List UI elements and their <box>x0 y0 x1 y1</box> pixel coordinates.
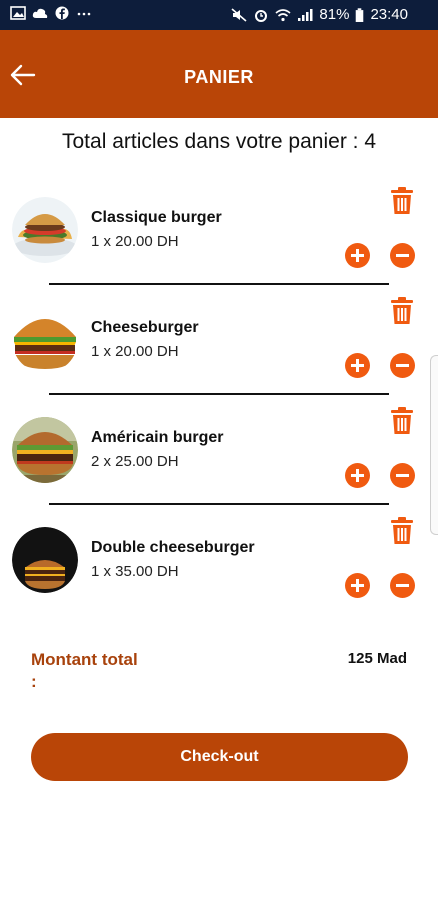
cloud-icon <box>32 8 48 18</box>
page-title: PANIER <box>184 67 254 87</box>
trash-icon[interactable] <box>390 297 414 325</box>
minus-icon[interactable] <box>390 353 415 378</box>
gallery-icon <box>10 6 26 20</box>
item-quantity-price: 2 x 25.00 DH <box>91 453 179 470</box>
plus-icon[interactable] <box>345 353 370 378</box>
wifi-icon <box>275 9 291 22</box>
plus-icon[interactable] <box>345 243 370 268</box>
status-right-icons: 81% 23:40 <box>231 6 408 24</box>
cheeseburger-photo <box>12 307 78 373</box>
minus-icon[interactable] <box>390 243 415 268</box>
item-name: Cheeseburger <box>91 319 199 336</box>
plus-icon[interactable] <box>345 573 370 598</box>
trash-icon[interactable] <box>390 407 414 435</box>
mute-icon <box>231 8 247 22</box>
battery-icon <box>356 7 364 22</box>
signal-icon <box>298 9 313 21</box>
status-left-icons <box>10 6 92 20</box>
checkout-button[interactable]: Check-out <box>31 733 408 781</box>
edge-panel-handle[interactable] <box>430 355 438 535</box>
status-time: 23:40 <box>370 6 408 23</box>
total-amount-value: 125 Mad <box>347 650 407 667</box>
battery-percent: 81% <box>319 6 350 23</box>
item-name: Américain burger <box>91 429 224 446</box>
item-name: Classique burger <box>91 209 222 226</box>
trash-icon[interactable] <box>390 517 414 545</box>
facebook-icon <box>55 6 69 20</box>
alarm-icon <box>255 10 268 22</box>
item-quantity-price: 1 x 20.00 DH <box>91 233 179 250</box>
cart-item: Américain burger 2 x 25.00 DH <box>0 407 438 527</box>
plus-icon[interactable] <box>345 463 370 488</box>
item-name: Double cheeseburger <box>91 539 255 556</box>
cart-items-count: Total articles dans votre panier : 4 <box>62 130 376 153</box>
minus-icon[interactable] <box>390 573 415 598</box>
cart-item: Cheeseburger 1 x 20.00 DH <box>0 297 438 417</box>
double-cheeseburger-photo <box>12 527 78 593</box>
more-dots-icon <box>77 12 91 16</box>
item-quantity-price: 1 x 20.00 DH <box>91 343 179 360</box>
item-divider <box>49 393 389 395</box>
item-divider <box>49 503 389 505</box>
status-bar: 81% 23:40 <box>0 0 438 30</box>
item-quantity-price: 1 x 35.00 DH <box>91 563 179 580</box>
item-divider <box>49 283 389 285</box>
minus-icon[interactable] <box>390 463 415 488</box>
classique-burger-photo <box>12 197 78 263</box>
cart-item: Double cheeseburger 1 x 35.00 DH <box>0 517 438 637</box>
cart-item: Classique burger 1 x 20.00 DH <box>0 187 438 307</box>
americain-burger-photo <box>12 417 78 483</box>
trash-icon[interactable] <box>390 187 414 215</box>
total-amount-label: Montant total : <box>31 650 138 691</box>
app-bar: PANIER <box>0 30 438 118</box>
